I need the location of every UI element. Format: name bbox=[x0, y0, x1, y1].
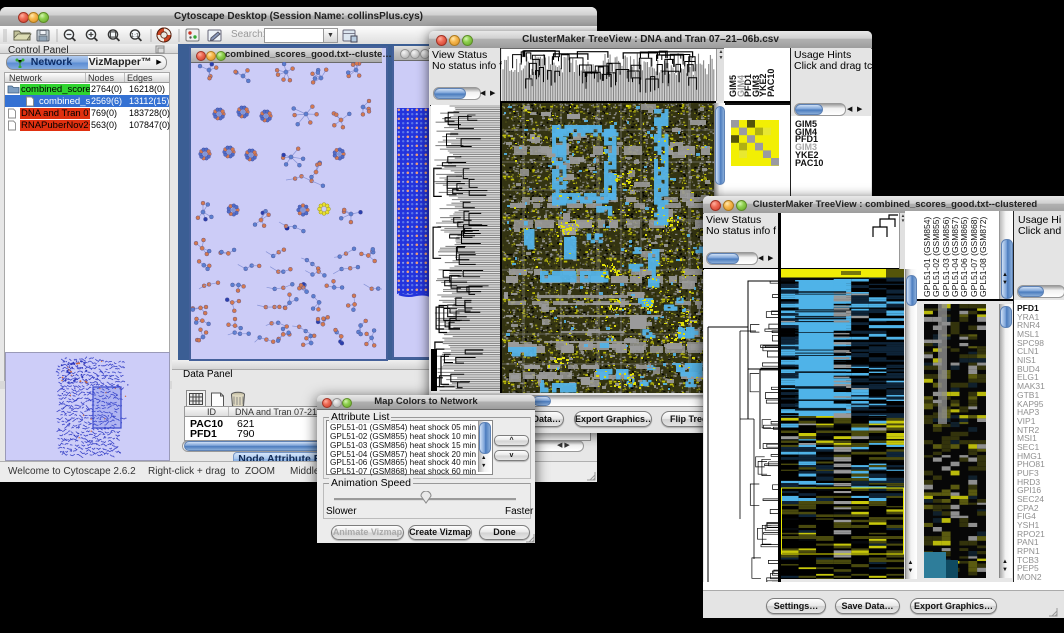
svg-text:1:1: 1:1 bbox=[131, 33, 139, 39]
